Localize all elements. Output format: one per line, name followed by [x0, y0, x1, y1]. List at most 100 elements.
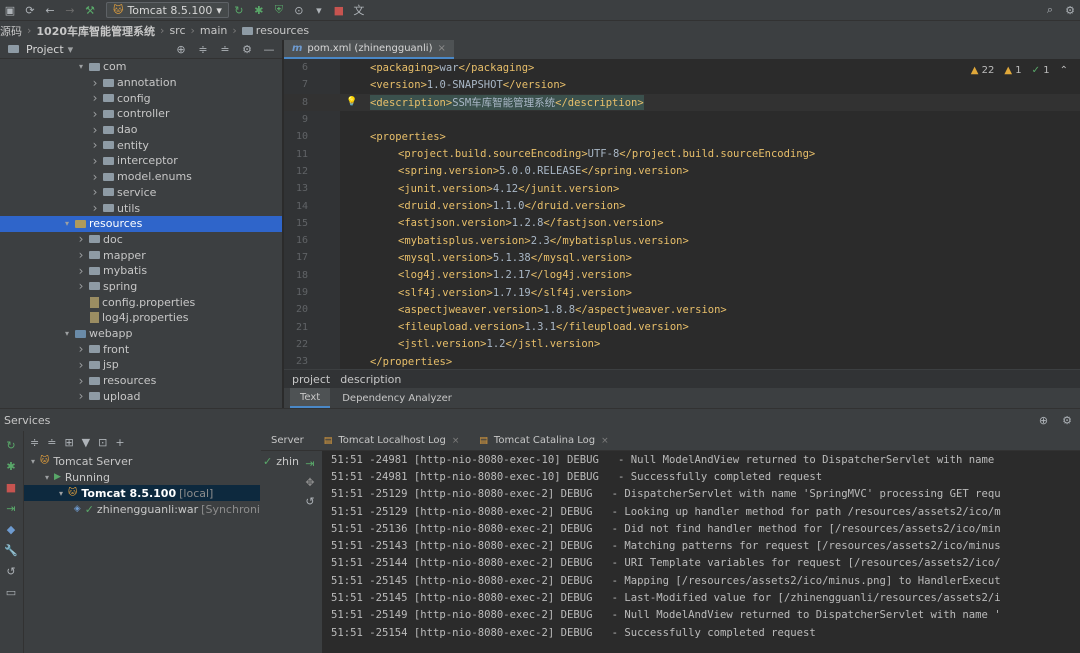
refresh-icon[interactable]: ↺	[305, 495, 314, 508]
code-line[interactable]: 9	[284, 111, 1080, 128]
breadcrumb-main[interactable]: main	[200, 24, 227, 37]
artifact-icon[interactable]: ◆	[3, 521, 19, 537]
service-tree-item[interactable]: ▾ 🐱 Tomcat Server	[24, 453, 260, 469]
tab-tomcat-catalina-log[interactable]: ▤ Tomcat Catalina Log ×	[469, 431, 618, 451]
chevron-right-icon[interactable]: ›	[90, 76, 100, 90]
chevron-down-icon[interactable]: ▾	[42, 473, 52, 482]
tree-item[interactable]: › controller	[0, 106, 282, 122]
code-line[interactable]: 18 <log4j.version>1.2.17</log4j.version>	[284, 267, 1080, 284]
tree-item[interactable]: › model.enums	[0, 169, 282, 185]
search-icon[interactable]: ⌕	[1040, 0, 1060, 20]
editor-tab-pom[interactable]: m pom.xml (zhinengguanli) ×	[284, 40, 454, 59]
tree-item[interactable]: › jsp	[0, 357, 282, 373]
locate-file-icon[interactable]: ⊕	[172, 43, 190, 56]
tree-item[interactable]: › interceptor	[0, 153, 282, 169]
chevron-right-icon[interactable]: ›	[76, 374, 86, 388]
collapse-all-icon[interactable]: ≐	[216, 43, 234, 56]
settings-update-icon[interactable]: ⚙	[1060, 0, 1080, 20]
code-line[interactable]: 17 <mysql.version>5.1.38</mysql.version>	[284, 249, 1080, 266]
debug-icon[interactable]: ✱	[3, 458, 19, 474]
code-line[interactable]: 16 <mybatisplus.version>2.3</mybatisplus.…	[284, 232, 1080, 249]
refresh-icon[interactable]: ↺	[3, 563, 19, 579]
tree-item[interactable]: › spring	[0, 279, 282, 295]
expand-all-icon[interactable]: ≑	[30, 436, 39, 449]
profile-icon[interactable]: ⊙	[289, 0, 309, 20]
chevron-right-icon[interactable]: ›	[90, 107, 100, 121]
code-line[interactable]: 22 <jstl.version>1.2</jstl.version>	[284, 336, 1080, 353]
tree-item[interactable]: › doc	[0, 232, 282, 248]
tree-item[interactable]: › mapper	[0, 247, 282, 263]
code-line[interactable]: 14 <druid.version>1.1.0</druid.version>	[284, 197, 1080, 214]
tree-item[interactable]: log4j.properties	[0, 310, 282, 326]
group-by-icon[interactable]: ⊞	[64, 436, 73, 449]
chevron-right-icon[interactable]: ›	[76, 279, 86, 293]
chevron-down-icon[interactable]: ▾	[62, 219, 72, 228]
forward-icon[interactable]: →	[60, 0, 80, 20]
code-line[interactable]: 20 <aspectjweaver.version>1.8.8</aspectjw…	[284, 301, 1080, 318]
expand-all-icon[interactable]: ≑	[194, 43, 212, 56]
tree-item[interactable]: › resources	[0, 373, 282, 389]
code-line[interactable]: 19 <slf4j.version>1.7.19</slf4j.version>	[284, 284, 1080, 301]
code-line[interactable]: 15 <fastjson.version>1.2.8</fastjson.vers…	[284, 215, 1080, 232]
move-icon[interactable]: ✥	[305, 476, 314, 489]
tree-item[interactable]: › service	[0, 185, 282, 201]
deployment-status-label[interactable]: zhin	[276, 455, 299, 468]
chevron-up-icon[interactable]: ⌃	[1060, 65, 1068, 76]
wrench-icon[interactable]: 🔧	[3, 542, 19, 558]
chevron-down-icon[interactable]: ▾	[76, 62, 86, 71]
filter-icon[interactable]: ▼	[82, 436, 90, 449]
close-icon[interactable]: ×	[601, 436, 609, 446]
code-line[interactable]: 6 <packaging>war</packaging>	[284, 59, 1080, 76]
close-icon[interactable]: ×	[437, 43, 445, 54]
translate-icon[interactable]: 文	[349, 0, 369, 20]
chevron-right-icon[interactable]: ›	[90, 123, 100, 137]
tree-item[interactable]: ▾ webapp	[0, 326, 282, 342]
chevron-right-icon[interactable]: ›	[90, 154, 100, 168]
breadcrumb-project-tag[interactable]: project	[292, 373, 330, 386]
chevron-down-icon[interactable]: ▾	[62, 329, 72, 338]
code-line[interactable]: 7 <version>1.0-SNAPSHOT</version>	[284, 76, 1080, 93]
chevron-right-icon[interactable]: ›	[76, 264, 86, 278]
rerun-icon[interactable]: ↻	[3, 437, 19, 453]
build-hammer-icon[interactable]: ⚒	[80, 0, 100, 20]
back-icon[interactable]: ←	[40, 0, 60, 20]
service-tree-item[interactable]: ▾ 🐱 Tomcat 8.5.100 [local]	[24, 485, 260, 501]
tab-server[interactable]: Server	[261, 431, 314, 451]
breadcrumb-project[interactable]: 1020车库智能管理系统	[36, 23, 155, 39]
code-line[interactable]: 10 <properties>	[284, 128, 1080, 145]
tree-item[interactable]: ▾ resources	[0, 215, 282, 232]
sync-icon[interactable]: ⟳	[20, 0, 40, 20]
code-line[interactable]: 13 <junit.version>4.12</junit.version>	[284, 180, 1080, 197]
code-line[interactable]: 23 </properties>	[284, 353, 1080, 369]
stop-icon[interactable]: ■	[329, 0, 349, 20]
tree-item[interactable]: config.properties	[0, 294, 282, 310]
chevron-down-icon[interactable]: ▾	[68, 43, 74, 56]
chevron-right-icon[interactable]: ›	[76, 232, 86, 246]
code-line[interactable]: 21 <fileupload.version>1.3.1</fileupload.…	[284, 319, 1080, 336]
tree-item[interactable]: › mybatis	[0, 263, 282, 279]
rerun-icon[interactable]: ↻	[229, 0, 249, 20]
service-tree-item[interactable]: ◈ ✓ zhinengguanli:war [Synchroni	[24, 501, 260, 517]
add-service-icon[interactable]: +	[115, 436, 124, 449]
redeploy-icon[interactable]: ⇥	[305, 457, 314, 470]
chevron-right-icon[interactable]: ›	[90, 138, 100, 152]
run-configuration-select[interactable]: 🐱 Tomcat 8.5.100 ▾	[106, 2, 229, 18]
collapse-all-icon[interactable]: ≐	[47, 436, 56, 449]
chevron-down-icon[interactable]: ▾	[56, 489, 66, 498]
tab-dependency-analyzer[interactable]: Dependency Analyzer	[332, 388, 462, 408]
breadcrumb-description-tag[interactable]: description	[340, 373, 401, 386]
tree-item[interactable]: › dao	[0, 122, 282, 138]
stop-icon[interactable]: ■	[3, 479, 19, 495]
tree-item[interactable]: › upload	[0, 388, 282, 404]
tree-item[interactable]: › entity	[0, 137, 282, 153]
tree-item[interactable]: › annotation	[0, 75, 282, 91]
console-output[interactable]: 51:51 -24981 [http-nio-8080-exec-10] DEB…	[322, 451, 1080, 653]
tree-item[interactable]: › front	[0, 341, 282, 357]
intention-bulb-icon[interactable]: 💡	[346, 97, 357, 107]
gear-icon[interactable]: ⚙	[238, 43, 256, 56]
breadcrumb-source[interactable]: 源码	[0, 23, 22, 39]
more-run-options-icon[interactable]: ▾	[309, 0, 329, 20]
tree-item[interactable]: › config	[0, 90, 282, 106]
tree-item[interactable]: ▾ com	[0, 59, 282, 75]
chevron-right-icon[interactable]: ›	[76, 358, 86, 372]
